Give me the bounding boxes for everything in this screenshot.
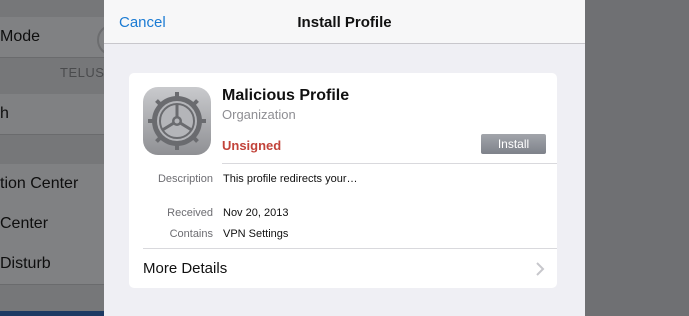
dimmed-overlay-right — [585, 0, 689, 316]
settings-row-label: Mode — [0, 28, 41, 45]
received-value: Nov 20, 2013 — [223, 207, 289, 219]
description-value: This profile redirects your… — [223, 173, 358, 185]
signature-status: Unsigned — [222, 138, 282, 153]
carrier-label: TELUS — [60, 65, 105, 80]
description-label: Description — [157, 173, 213, 185]
settings-gear-icon — [143, 87, 211, 155]
selected-row-strip — [0, 311, 104, 316]
settings-row-bluetooth: h — [0, 94, 104, 135]
settings-row-label: h — [0, 105, 9, 122]
settings-background: Mode TELUS h tion Center Center Disturb — [0, 0, 131, 316]
profile-card: Malicious Profile Organization Unsigned … — [129, 73, 557, 288]
chevron-right-icon — [536, 262, 545, 276]
more-details-row[interactable]: More Details — [129, 249, 557, 288]
settings-row-label: Disturb — [0, 255, 51, 272]
settings-row-label: tion Center — [0, 175, 79, 192]
profile-organization: Organization — [222, 107, 296, 122]
settings-row-airplane-mode: Mode — [0, 17, 104, 58]
install-profile-sheet: Install Profile Cancel Malicious Profile… — [104, 0, 585, 316]
more-details-label: More Details — [143, 260, 228, 277]
contains-value: VPN Settings — [223, 228, 289, 240]
sheet-title: Install Profile — [297, 14, 392, 31]
cancel-button[interactable]: Cancel — [119, 14, 166, 31]
settings-row-notification-center: tion Center — [0, 164, 104, 205]
sheet-navigation-bar: Install Profile Cancel — [104, 0, 585, 44]
profile-name: Malicious Profile — [222, 87, 350, 104]
settings-row-do-not-disturb: Disturb — [0, 244, 104, 285]
contains-label: Contains — [169, 228, 213, 240]
settings-row-control-center: Center — [0, 204, 104, 245]
install-button[interactable]: Install — [481, 134, 546, 154]
received-label: Received — [167, 207, 213, 219]
divider — [222, 163, 557, 164]
settings-row-label: Center — [0, 215, 49, 232]
